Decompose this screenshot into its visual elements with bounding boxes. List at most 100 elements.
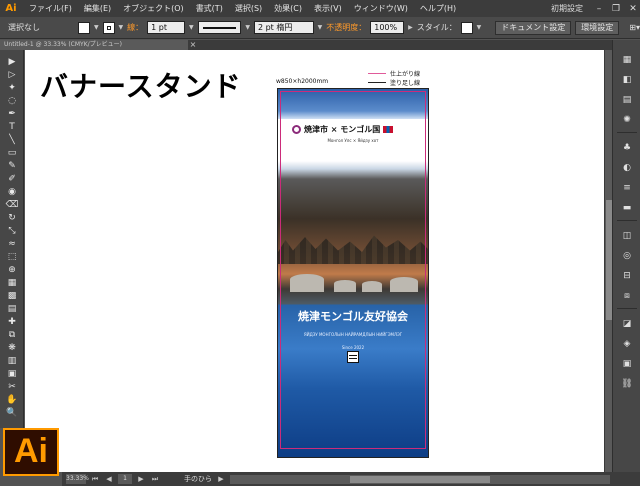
warp-tool-icon[interactable]: ≈ [5, 238, 19, 250]
close-tab-icon[interactable]: × [188, 40, 198, 50]
transform-icon[interactable]: ⧈ [620, 290, 634, 302]
paintbrush-tool-icon[interactable]: ✎ [5, 160, 19, 172]
horizontal-scroll-thumb[interactable] [350, 475, 490, 483]
column-graph-tool-icon[interactable]: ▥ [5, 355, 19, 367]
menu-view[interactable]: 表示(V) [308, 3, 348, 14]
chevron-down-icon[interactable]: ▼ [477, 24, 482, 31]
banner-artwork[interactable]: 焼津市 × モンゴル国 Монгол Улс × Яйдзу хот 焼津モンゴ… [277, 88, 429, 458]
pencil-tool-icon[interactable]: ✐ [5, 173, 19, 185]
legend-label: 仕上がり線 [390, 71, 421, 78]
graphic-style-swatch[interactable] [460, 21, 473, 34]
yurt-shape [334, 280, 356, 292]
menu-help[interactable]: ヘルプ(H) [414, 3, 462, 14]
chevron-down-icon[interactable]: ▼ [94, 24, 99, 31]
next-artboard-icon[interactable]: ▶ [136, 474, 146, 484]
menu-edit[interactable]: 編集(E) [78, 3, 117, 14]
line-legend: 仕上がり線 塗り足し線 [368, 69, 420, 87]
horizontal-scrollbar[interactable] [230, 474, 610, 484]
selection-tool-icon[interactable]: ▶ [5, 56, 19, 68]
gradient-icon[interactable]: ▬ [620, 202, 634, 214]
chevron-down-icon[interactable]: ▼ [245, 24, 250, 31]
menu-bar: Ai ファイル(F) 編集(E) オブジェクト(O) 書式(T) 選択(S) 効… [0, 0, 640, 17]
direct-selection-tool-icon[interactable]: ▷ [5, 69, 19, 81]
chevron-down-icon[interactable]: ▶ [408, 24, 413, 31]
zoom-level-field[interactable]: 33.33% [66, 474, 89, 484]
minimize-icon[interactable]: – [592, 3, 606, 15]
stroke-swatch[interactable] [102, 21, 115, 34]
free-transform-tool-icon[interactable]: ⬚ [5, 251, 19, 263]
blend-tool-icon[interactable]: ⧉ [5, 329, 19, 341]
appearance-icon[interactable]: ◎ [620, 250, 634, 262]
blob-brush-tool-icon[interactable]: ◉ [5, 186, 19, 198]
variable-width-profile[interactable] [197, 21, 242, 34]
panel-group-separator [617, 132, 637, 133]
line-tool-icon[interactable]: ╲ [5, 134, 19, 146]
zoom-tool-icon[interactable]: 🔍 [5, 407, 19, 419]
align-icon[interactable]: ⊟ [620, 270, 634, 282]
color-guide-icon[interactable]: ◧ [620, 74, 634, 86]
artboard-canvas[interactable]: バナースタンド w850×h2000mm 仕上がり線 塗り足し線 焼津市 × モ… [25, 50, 612, 472]
layers-icon[interactable]: ◈ [620, 338, 634, 350]
scale-tool-icon[interactable]: ⤡ [5, 225, 19, 237]
style-label: スタイル： [416, 23, 457, 32]
pathfinder-icon[interactable]: ◪ [620, 318, 634, 330]
fill-swatch[interactable] [78, 21, 90, 34]
eyedropper-tool-icon[interactable]: ✚ [5, 316, 19, 328]
color-panel-icon[interactable]: ▦ [620, 54, 634, 66]
restore-icon[interactable]: ❐ [609, 3, 623, 15]
magic-wand-tool-icon[interactable]: ✦ [5, 82, 19, 94]
artboard-number-field[interactable]: 1 [118, 474, 132, 484]
menu-window[interactable]: ウィンドウ(W) [348, 3, 414, 14]
chevron-down-icon[interactable]: ▼ [119, 24, 124, 31]
menu-select[interactable]: 選択(S) [229, 3, 268, 14]
opacity-label[interactable]: 不透明度： [326, 22, 366, 33]
type-tool-icon[interactable]: T [5, 121, 19, 133]
menu-object[interactable]: オブジェクト(O) [117, 3, 190, 14]
stroke-icon[interactable]: ≡ [620, 182, 634, 194]
status-menu-icon[interactable]: ▶ [216, 474, 226, 484]
menu-file[interactable]: ファイル(F) [23, 3, 78, 14]
page-heading: バナースタンド [40, 70, 242, 103]
preferences-button[interactable]: 環境設定 [575, 20, 620, 35]
close-icon[interactable]: ✕ [626, 3, 640, 15]
swatches-icon[interactable]: ▤ [620, 94, 634, 106]
slice-tool-icon[interactable]: ✂ [5, 381, 19, 393]
trim-line-swatch [368, 73, 386, 74]
workspace-switcher[interactable]: 初期設定 [545, 3, 589, 14]
transparency-icon[interactable]: ◫ [620, 230, 634, 242]
stroke-label[interactable]: 線： [127, 22, 143, 33]
menu-effect[interactable]: 効果(C) [268, 3, 308, 14]
artboard-tool-icon[interactable]: ▣ [5, 368, 19, 380]
chevron-down-icon[interactable]: ▼ [318, 24, 323, 31]
first-artboard-icon[interactable]: ⏮ [90, 474, 100, 484]
panel-group-separator [617, 220, 637, 221]
rotate-tool-icon[interactable]: ↻ [5, 212, 19, 224]
chevron-down-icon[interactable]: ▼ [189, 24, 194, 31]
prev-artboard-icon[interactable]: ◀ [104, 474, 114, 484]
opacity-field[interactable]: 100% [370, 21, 405, 34]
brush-definition-field[interactable]: 2 pt 楕円 [253, 21, 314, 34]
eraser-tool-icon[interactable]: ⌫ [5, 199, 19, 211]
document-setup-button[interactable]: ドキュメント設定 [495, 20, 572, 35]
perspective-grid-tool-icon[interactable]: ▦ [5, 277, 19, 289]
links-icon[interactable]: ⛓ [620, 378, 634, 390]
pen-tool-icon[interactable]: ✒ [5, 108, 19, 120]
current-tool-status: 手のひら [184, 475, 212, 483]
rectangle-tool-icon[interactable]: ▭ [5, 147, 19, 159]
arrange-icon[interactable]: ⊞▾ [629, 23, 640, 32]
shape-builder-tool-icon[interactable]: ⊕ [5, 264, 19, 276]
gradient-tool-icon[interactable]: ▤ [5, 303, 19, 315]
graphic-styles-icon[interactable]: ◐ [620, 162, 634, 174]
last-artboard-icon[interactable]: ⏭ [150, 474, 160, 484]
menu-type[interactable]: 書式(T) [190, 3, 229, 14]
hand-tool-icon[interactable]: ✋ [5, 394, 19, 406]
vertical-scrollbar[interactable] [604, 50, 612, 472]
symbol-sprayer-tool-icon[interactable]: ❋ [5, 342, 19, 354]
document-tab[interactable]: Untitled-1 @ 33.33% (CMYK/プレビュー) [0, 40, 188, 50]
artboards-icon[interactable]: ▣ [620, 358, 634, 370]
symbols-icon[interactable]: ♣ [620, 142, 634, 154]
mesh-tool-icon[interactable]: ▩ [5, 290, 19, 302]
brushes-icon[interactable]: ✺ [620, 114, 634, 126]
stroke-weight-field[interactable]: 1 pt [147, 21, 185, 34]
lasso-tool-icon[interactable]: ◌ [5, 95, 19, 107]
